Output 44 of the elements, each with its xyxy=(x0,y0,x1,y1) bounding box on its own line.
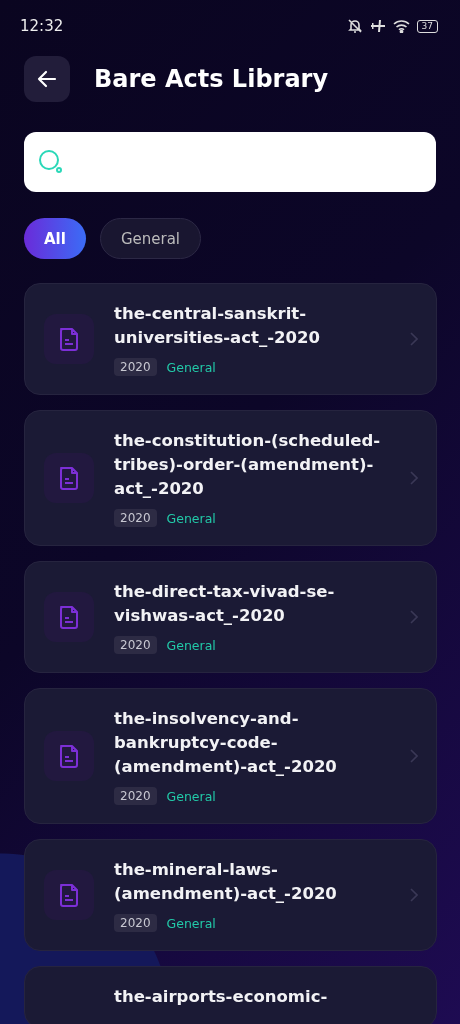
filter-chip[interactable]: General xyxy=(99,218,202,259)
search-icon xyxy=(38,149,64,175)
act-title: the-insolvency-and-bankruptcy-code-(amendment)-act_-2020 xyxy=(114,708,338,778)
category-label: General xyxy=(166,637,216,653)
document-icon xyxy=(57,882,81,908)
status-time: 12:32 xyxy=(20,17,64,35)
act-card[interactable]: the-insolvency-and-bankruptcy-code-(amendment)-act_-2020 2020 General xyxy=(24,688,437,824)
act-title: the-constitution-(scheduled-tribes)-order-(amendment)-act_-2020 xyxy=(114,430,382,500)
filter-chip[interactable]: All xyxy=(24,218,86,259)
act-title: the-central-sanskrit-universities-act_-2020 xyxy=(114,303,321,349)
chevron-right-icon xyxy=(410,749,418,763)
wifi-icon xyxy=(392,19,410,33)
year-tag: 2020 xyxy=(114,509,157,527)
chevron-right-icon xyxy=(410,471,418,485)
back-arrow-icon xyxy=(37,70,57,88)
act-card[interactable]: the-constitution-(scheduled-tribes)-order-(amendment)-act_-2020 2020 General xyxy=(24,410,437,546)
search-field[interactable] xyxy=(24,132,436,192)
act-card[interactable]: the-central-sanskrit-universities-act_-2020 2020 General xyxy=(24,283,437,395)
category-label: General xyxy=(166,788,216,804)
document-icon xyxy=(57,465,81,491)
battery-level: 37 xyxy=(416,19,438,33)
category-label: General xyxy=(166,359,216,375)
year-tag: 2020 xyxy=(114,787,157,805)
act-card[interactable]: the-direct-tax-vivad-se-vishwas-act_-2020 2020 General xyxy=(24,561,437,673)
year-tag: 2020 xyxy=(114,914,157,932)
year-tag: 2020 xyxy=(114,636,157,654)
document-icon xyxy=(57,326,81,352)
category-label: General xyxy=(166,510,216,526)
document-icon xyxy=(57,743,81,769)
act-title: the-mineral-laws-(amendment)-act_-2020 xyxy=(114,859,338,905)
airplane-icon xyxy=(369,19,386,33)
act-card[interactable]: the-mineral-laws-(amendment)-act_-2020 2020 General xyxy=(24,839,437,951)
year-tag: 2020 xyxy=(114,358,157,376)
page-title: Bare Acts Library xyxy=(94,65,329,93)
document-icon xyxy=(57,604,81,630)
act-title: the-direct-tax-vivad-se-vishwas-act_-2020 xyxy=(114,581,336,627)
back-button[interactable] xyxy=(24,56,70,102)
chevron-right-icon xyxy=(410,888,418,902)
chevron-right-icon xyxy=(410,332,418,346)
muted-bell-icon xyxy=(346,18,363,34)
chevron-right-icon xyxy=(410,610,418,624)
category-label: General xyxy=(166,915,216,931)
act-title: the-airports-economic- xyxy=(114,986,329,1008)
act-card[interactable]: the-airports-economic- xyxy=(24,966,437,1024)
